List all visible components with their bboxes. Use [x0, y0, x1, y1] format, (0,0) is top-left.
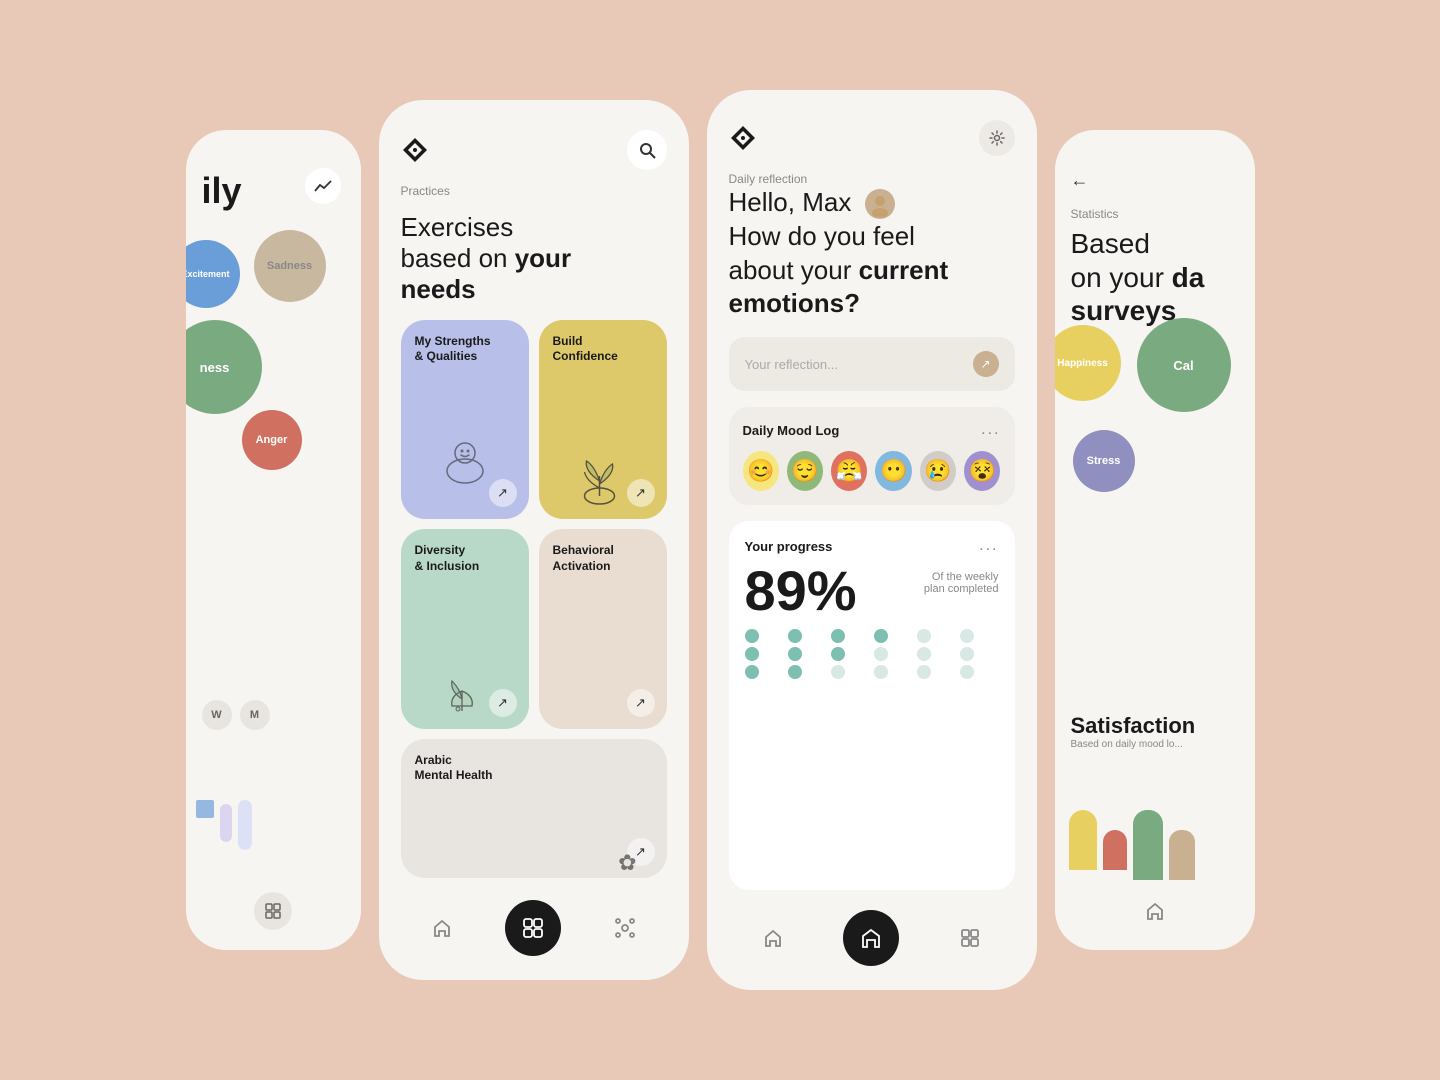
home-button[interactable] — [754, 919, 792, 957]
bottom-nav — [1055, 892, 1255, 930]
logo — [729, 124, 757, 152]
emotion-bubble-anger: Anger — [242, 410, 302, 470]
grid-nav-icon[interactable] — [254, 892, 292, 930]
logo — [401, 136, 429, 164]
emoji-happy[interactable]: 😊 — [743, 451, 779, 491]
main-nav-button[interactable] — [505, 900, 561, 956]
mood-header: Daily Mood Log ... — [743, 421, 1001, 439]
confidence-card[interactable]: BuildConfidence ↗ — [539, 320, 667, 519]
settings-button[interactable] — [979, 120, 1015, 156]
stress-bubble: Stress — [1073, 430, 1135, 492]
progress-number: 89% — [745, 563, 857, 619]
behavioral-card[interactable]: BehavioralActivation ↗ — [539, 529, 667, 728]
card-title: BuildConfidence — [553, 334, 633, 365]
progress-dots — [745, 629, 999, 679]
mood-section: Daily Mood Log ... 😊 😌 😤 😶 😢 😵 — [729, 407, 1015, 505]
card-title: My Strengths& Qualities — [415, 334, 495, 365]
card-arrow[interactable]: ↗ — [489, 689, 517, 717]
card-arrow[interactable]: ↗ — [627, 689, 655, 717]
phone-4: ← Statistics Basedon your dasurveys Happ… — [1055, 130, 1255, 950]
main-nav-button[interactable] — [843, 910, 899, 966]
satisfaction-title: Satisfaction — [1071, 713, 1239, 739]
home-button[interactable] — [423, 909, 461, 947]
reflection-placeholder: Your reflection... — [745, 357, 838, 372]
reflection-input[interactable]: Your reflection... ↗ — [729, 337, 1015, 391]
chart-icon[interactable] — [305, 168, 341, 204]
section-label: Statistics — [1071, 207, 1239, 221]
emotion-bubble-ness: ness — [186, 320, 262, 414]
phone-2: Practices Exercisesbased on yourneeds My… — [379, 100, 689, 980]
progress-title: Your progress — [745, 539, 833, 554]
emotion-bubble-sadness: Sadness — [254, 230, 326, 302]
grid-button[interactable] — [951, 919, 989, 957]
emoji-sad[interactable]: 😢 — [920, 451, 956, 491]
bottom-nav — [186, 892, 361, 930]
home-button[interactable] — [1136, 892, 1174, 930]
emotion-bubble-excitement: Excitement — [186, 240, 240, 308]
emoji-anxious[interactable]: 😵 — [964, 451, 1000, 491]
progress-header: Your progress ... — [745, 537, 999, 555]
arabic-mental-card[interactable]: ArabicMental Health ↗ ✿ — [401, 739, 667, 878]
satisfaction-section: Satisfaction Based on daily mood lo... — [1071, 713, 1239, 750]
mood-more-button[interactable]: ... — [981, 421, 1000, 439]
search-button[interactable] — [627, 130, 667, 170]
happiness-bubble: Happiness — [1055, 325, 1121, 401]
phone2-header — [401, 130, 667, 170]
cards-grid: My Strengths& Qualities ↗ BuildConfidenc… — [401, 320, 667, 878]
greeting: Hello, Max How do you feel about your cu… — [729, 186, 1015, 321]
phone3-header — [729, 120, 1015, 156]
progress-more-button[interactable]: ... — [979, 537, 998, 555]
calm-bubble: Cal — [1137, 318, 1231, 412]
back-button[interactable]: ← — [1071, 170, 1239, 191]
week-button[interactable]: W — [202, 700, 232, 730]
progress-desc: Of the weeklyplan completed — [924, 571, 999, 595]
bottom-nav — [729, 906, 1015, 970]
grid-button[interactable] — [606, 909, 644, 947]
progress-section: Your progress ... 89% Of the weeklyplan … — [729, 521, 1015, 890]
emoji-blue[interactable]: 😶 — [875, 451, 911, 491]
section-title: Basedon your dasurveys — [1071, 227, 1239, 328]
mood-emojis: 😊 😌 😤 😶 😢 😵 — [743, 451, 1001, 491]
section-title: Exercisesbased on yourneeds — [401, 212, 667, 306]
emoji-angry[interactable]: 😤 — [831, 451, 867, 491]
phone-3: Daily reflection Hello, Max How do you f… — [707, 90, 1037, 990]
emoji-calm[interactable]: 😌 — [787, 451, 823, 491]
bottom-nav — [401, 892, 667, 960]
card-title: BehavioralActivation — [553, 543, 633, 574]
daily-label: Daily reflection — [729, 172, 1015, 186]
section-label: Practices — [401, 184, 667, 198]
mood-title: Daily Mood Log — [743, 423, 840, 438]
strengths-card[interactable]: My Strengths& Qualities ↗ — [401, 320, 529, 519]
month-button[interactable]: M — [240, 700, 270, 730]
diversity-card[interactable]: Diversity& Inclusion ↗ — [401, 529, 529, 728]
reflection-send-button[interactable]: ↗ — [973, 351, 999, 377]
phone-1: ily Excitement Sadness ness Anger W M — [186, 130, 361, 950]
satisfaction-subtitle: Based on daily mood lo... — [1071, 739, 1239, 750]
card-title: ArabicMental Health — [415, 753, 605, 784]
avatar — [865, 189, 895, 219]
card-title: Diversity& Inclusion — [415, 543, 495, 574]
